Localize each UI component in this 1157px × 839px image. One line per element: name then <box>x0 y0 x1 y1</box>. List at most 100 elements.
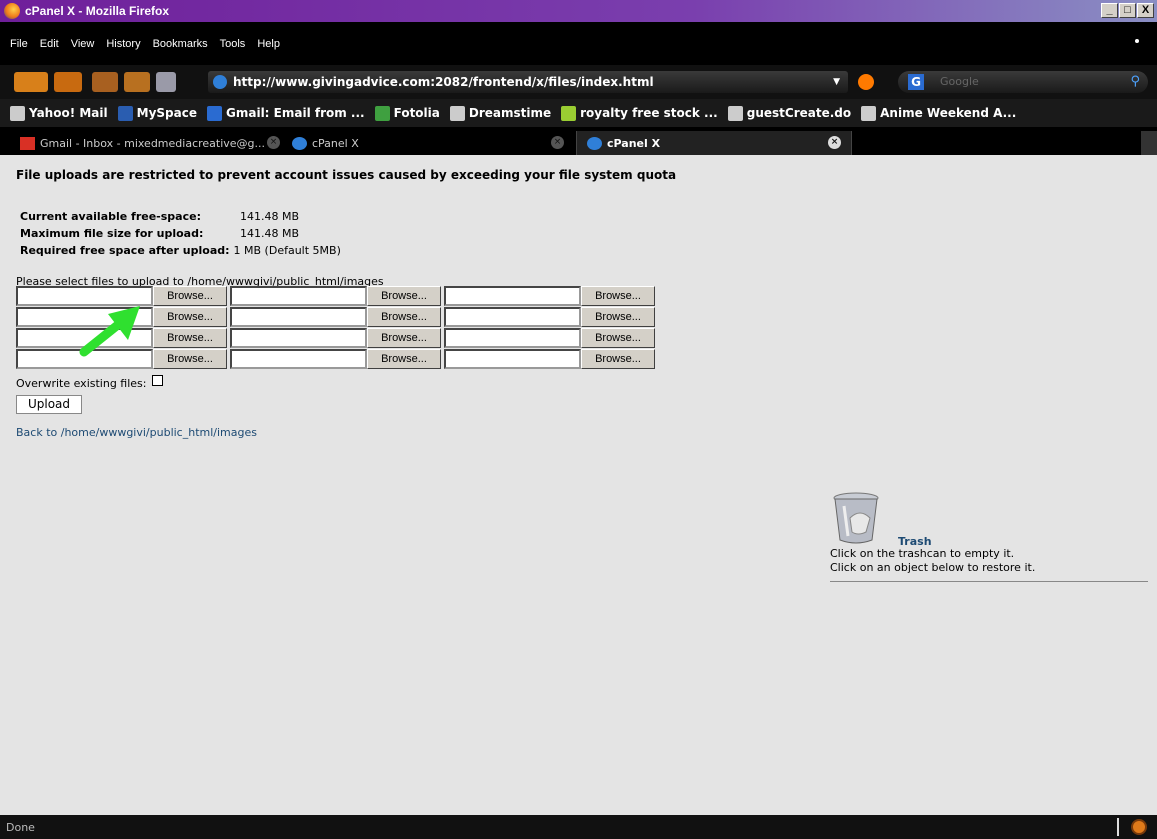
upload-field: Browse... <box>230 328 441 349</box>
back-link[interactable]: Back to /home/wwwgivi/public_html/images <box>16 426 257 439</box>
forward-icon[interactable] <box>54 72 82 92</box>
file-path-input[interactable] <box>444 307 581 327</box>
bookmark-item[interactable]: MySpace <box>117 105 197 121</box>
close-button[interactable]: X <box>1137 3 1154 18</box>
cpanel-icon <box>292 136 307 150</box>
stop-icon[interactable] <box>124 72 150 92</box>
bookmark-label: Gmail: Email from ... <box>226 106 365 120</box>
search-placeholder: Google <box>940 75 979 88</box>
browse-button[interactable]: Browse... <box>153 286 227 306</box>
overwrite-option: Overwrite existing files: <box>16 375 163 390</box>
upload-field: Browse... <box>444 349 655 370</box>
browse-button[interactable]: Browse... <box>153 349 227 369</box>
menu-history[interactable]: History <box>106 38 140 50</box>
tab-gmail[interactable]: Gmail - Inbox - mixedmediacreative@g... … <box>20 131 290 155</box>
browse-button[interactable]: Browse... <box>367 307 441 327</box>
tab-bar: Gmail - Inbox - mixedmediacreative@g... … <box>0 127 1157 155</box>
bookmark-label: royalty free stock ... <box>580 106 718 120</box>
file-path-input[interactable] <box>444 349 581 369</box>
status-divider <box>1117 818 1119 836</box>
bookmark-label: Dreamstime <box>468 106 552 120</box>
tab-list-button[interactable] <box>1141 131 1157 155</box>
home-icon[interactable] <box>156 72 176 92</box>
bookmark-item[interactable]: Anime Weekend A... <box>861 105 1016 121</box>
activity-dot-icon <box>1135 39 1139 43</box>
file-path-input[interactable] <box>444 328 581 348</box>
bookmark-item[interactable]: guestCreate.do <box>727 105 852 121</box>
menu-bar: File Edit View History Bookmarks Tools H… <box>0 22 1157 65</box>
bookmark-favicon-icon <box>561 105 577 121</box>
browse-button[interactable]: Browse... <box>153 328 227 348</box>
menu-file[interactable]: File <box>10 38 28 50</box>
bookmark-item[interactable]: Gmail: Email from ... <box>207 105 365 121</box>
upload-button[interactable]: Upload <box>16 395 82 414</box>
trash-instruction-restore: Click on an object below to restore it. <box>830 561 1036 574</box>
reload-icon[interactable] <box>92 72 118 92</box>
tab-close-icon[interactable]: × <box>551 136 564 149</box>
menu-help[interactable]: Help <box>257 38 280 50</box>
trash-instruction-empty: Click on the trashcan to empty it. <box>830 547 1015 560</box>
bookmark-label: Yahoo! Mail <box>29 106 108 120</box>
browse-button[interactable]: Browse... <box>581 349 655 369</box>
overwrite-checkbox[interactable] <box>151 375 163 386</box>
browse-button[interactable]: Browse... <box>367 328 441 348</box>
bookmark-label: guestCreate.do <box>746 106 852 120</box>
site-favicon-icon <box>213 75 227 89</box>
bookmarks-toolbar: Yahoo! Mail MySpace Gmail: Email from ... F… <box>0 99 1157 127</box>
tab-close-icon[interactable]: × <box>267 136 280 149</box>
greasemonkey-icon[interactable] <box>1131 819 1147 835</box>
free-space-label: Current available free-space: <box>20 210 201 223</box>
bookmark-favicon-icon <box>207 105 222 121</box>
browse-button[interactable]: Browse... <box>367 349 441 369</box>
bookmark-label: Fotolia <box>393 106 440 120</box>
file-path-input[interactable] <box>230 349 367 369</box>
quota-info: Current available free-space: 141.48 MB … <box>20 208 341 259</box>
bookmark-item[interactable]: Dreamstime <box>449 105 552 121</box>
status-text: Done <box>6 821 35 834</box>
menu-bookmarks[interactable]: Bookmarks <box>153 38 208 50</box>
upload-field: Browse... <box>230 307 441 328</box>
file-path-input[interactable] <box>230 307 367 327</box>
tab-label: cPanel X <box>312 136 359 150</box>
url-dropdown-icon[interactable]: ▼ <box>833 77 840 87</box>
search-engine-icon[interactable]: G <box>908 74 924 90</box>
search-bar[interactable]: G Google ⚲ <box>898 71 1148 93</box>
browse-button[interactable]: Browse... <box>581 307 655 327</box>
bookmark-favicon-icon <box>374 105 390 121</box>
upload-field: Browse... <box>230 286 441 307</box>
tab-cpanel-active[interactable]: cPanel X × <box>576 131 852 155</box>
menu-view[interactable]: View <box>71 38 95 50</box>
browse-button[interactable]: Browse... <box>153 307 227 327</box>
tab-close-icon[interactable]: × <box>828 136 841 149</box>
browse-button[interactable]: Browse... <box>581 328 655 348</box>
firefox-icon <box>4 3 20 19</box>
browse-button[interactable]: Browse... <box>581 286 655 306</box>
upload-field: Browse... <box>444 328 655 349</box>
trashcan-icon[interactable] <box>830 492 886 544</box>
tab-cpanel-1[interactable]: cPanel X × <box>292 131 574 155</box>
minimize-button[interactable]: _ <box>1101 3 1118 18</box>
file-path-input[interactable] <box>230 328 367 348</box>
bookmark-item[interactable]: Yahoo! Mail <box>10 105 108 121</box>
menu-edit[interactable]: Edit <box>40 38 59 50</box>
url-bar[interactable]: http://www.givingadvice.com:2082/fronten… <box>208 71 848 93</box>
page-heading: File uploads are restricted to prevent a… <box>16 168 677 182</box>
cpanel-icon <box>587 136 602 150</box>
bookmark-item[interactable]: Fotolia <box>374 105 440 121</box>
file-path-input[interactable] <box>230 286 367 306</box>
go-icon[interactable] <box>858 74 874 90</box>
required-space-label: Required free space after upload: <box>20 244 230 257</box>
upload-field: Browse... <box>444 307 655 328</box>
upload-field: Browse... <box>444 286 655 307</box>
maximize-button[interactable]: □ <box>1119 3 1136 18</box>
back-icon[interactable] <box>14 72 48 92</box>
bookmark-item[interactable]: royalty free stock ... <box>561 105 718 121</box>
search-icon[interactable]: ⚲ <box>1130 74 1140 89</box>
gmail-icon <box>20 136 35 150</box>
bookmark-favicon-icon <box>117 105 133 121</box>
browse-button[interactable]: Browse... <box>367 286 441 306</box>
menu-tools[interactable]: Tools <box>220 38 246 50</box>
file-path-input[interactable] <box>444 286 581 306</box>
navigation-toolbar: http://www.givingadvice.com:2082/fronten… <box>0 65 1157 99</box>
upload-field: Browse... <box>230 349 441 370</box>
